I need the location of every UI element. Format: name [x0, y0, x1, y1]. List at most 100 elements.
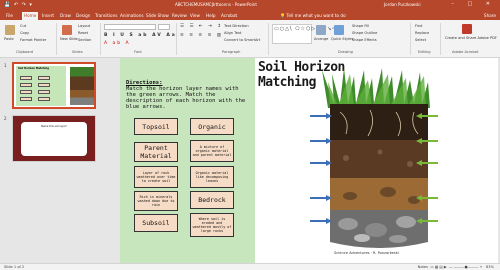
tab-acrobat[interactable]: Acrobat: [219, 12, 239, 20]
editing-group-label: Editing: [418, 50, 431, 54]
blue-arrow: [310, 160, 332, 166]
clipboard-group-label: Clipboard: [16, 50, 34, 54]
tab-review[interactable]: Review: [170, 12, 189, 20]
format-painter-button[interactable]: Format Painter: [20, 38, 46, 42]
divider: [176, 23, 177, 55]
tab-slide-show[interactable]: Slide Show: [144, 12, 171, 20]
arrange-icon[interactable]: [316, 25, 326, 35]
instructions-panel: Directions: Match the horizon layer name…: [120, 58, 255, 263]
blue-arrow: [310, 195, 332, 201]
select-button[interactable]: Select: [415, 38, 426, 42]
shape-effects-button[interactable]: Shape Effects: [352, 38, 377, 42]
arrange-button[interactable]: Arrange: [314, 37, 328, 41]
section-button[interactable]: Section: [78, 38, 91, 42]
tab-design[interactable]: Design: [74, 12, 92, 20]
paste-icon[interactable]: [5, 25, 15, 35]
quick-styles-button[interactable]: Quick Styles: [331, 37, 353, 41]
blue-arrow: [310, 218, 332, 224]
paste-button[interactable]: Paste: [4, 37, 14, 41]
shape-fill-button[interactable]: Shape Fill: [352, 24, 369, 28]
font-style-buttons[interactable]: B I U S ab AV Aa: [104, 33, 177, 38]
shapes-gallery[interactable]: ▭○△\ ⬠☆⬡▷ {}↘⇨: [272, 24, 337, 44]
tell-me-search[interactable]: 💡 Tell me what you want to do: [280, 13, 346, 19]
slide-counter: Slide 1 of 2: [4, 265, 25, 269]
new-slide-button[interactable]: New Slide: [60, 37, 78, 41]
tab-animations[interactable]: Animations: [118, 12, 146, 20]
tab-transitions[interactable]: Transitions: [93, 12, 119, 20]
tab-view[interactable]: View: [188, 12, 202, 20]
cut-button[interactable]: Cut: [20, 24, 26, 28]
green-arrow: [416, 138, 438, 144]
align-text-button[interactable]: Align Text: [224, 31, 241, 35]
title-bar: 💾 ↶ ↷ ▾ ABCTCHEMUSAMCJIrttoonns - PowerP…: [0, 0, 500, 10]
slide-thumbnail-2[interactable]: Name this soil layer!: [12, 115, 96, 162]
divider: [440, 23, 441, 55]
card-description[interactable]: A mixture of organic material and parent…: [190, 140, 234, 162]
tab-insert[interactable]: Insert: [40, 12, 56, 20]
window-controls[interactable]: – □ ✕: [451, 1, 496, 7]
text-direction-button[interactable]: Text Direction: [224, 24, 249, 28]
adobe-pdf-icon[interactable]: [462, 24, 472, 34]
shape-outline-button[interactable]: Shape Outline: [352, 31, 377, 35]
divider: [100, 23, 101, 55]
document-title: ABCTCHEMUSAMCJIrttoonns - PowerPoint: [175, 2, 257, 7]
copy-button[interactable]: Copy: [20, 31, 29, 35]
font-size-dropdown[interactable]: [158, 24, 170, 30]
font-group-label: Font: [134, 50, 142, 54]
find-button[interactable]: Find: [415, 24, 422, 28]
divider: [56, 23, 57, 55]
layout-button[interactable]: Layout: [78, 24, 90, 28]
mini-card: [38, 76, 50, 80]
align-buttons[interactable]: ≡ ≡ ≡ ≡ ▥: [180, 33, 223, 38]
grass-layer: [322, 68, 430, 108]
tab-file[interactable]: File: [4, 12, 15, 20]
tab-draw[interactable]: Draw: [58, 12, 73, 20]
slide-thumbnail-1[interactable]: Soil Horizon Matching: [12, 62, 96, 109]
zoom-controls[interactable]: Notes ▭ ▦ ▤ ▶ — ———●——— + 63%: [418, 265, 494, 269]
replace-button[interactable]: Replace: [415, 31, 429, 35]
tab-help[interactable]: Help: [204, 12, 218, 20]
share-button[interactable]: Share: [484, 13, 496, 18]
card-description[interactable]: Rich in minerals washed down due to rain: [134, 191, 178, 211]
blue-arrow: [310, 138, 332, 144]
user-name[interactable]: Jordan Puczkowski: [384, 2, 421, 7]
ribbon-tabs: File Home Insert Draw Design Transitions…: [0, 10, 500, 20]
card-subsoil[interactable]: Subsoil: [134, 214, 178, 232]
card-description[interactable]: Layer of rock weathered over time to cre…: [134, 166, 178, 188]
slide-thumbnails-pane: 1 Soil Horizon Matching 2 Name this soil…: [0, 58, 108, 263]
thumbnail-title: Soil Horizon Matching: [18, 67, 49, 70]
card-topsoil[interactable]: Topsoil: [134, 118, 178, 135]
tab-home[interactable]: Home: [22, 12, 39, 20]
topsoil-layer: [330, 104, 428, 140]
reset-button[interactable]: Reset: [78, 31, 88, 35]
notes-button[interactable]: Notes: [418, 265, 428, 269]
mini-card: [38, 97, 50, 101]
quick-styles-icon[interactable]: [334, 25, 344, 35]
green-arrow: [416, 160, 438, 166]
card-organic[interactable]: Organic: [190, 118, 234, 135]
list-buttons[interactable]: ☰ ☰ ⇤ ⇥ ↕: [180, 24, 223, 29]
mini-card: [38, 83, 50, 87]
slide-canvas[interactable]: Directions: Match the horizon layer name…: [120, 58, 498, 263]
smartart-button[interactable]: Convert to SmartArt: [224, 38, 260, 42]
mini-panel: Soil Horizon Matching: [16, 66, 66, 106]
card-bedrock[interactable]: Bedrock: [190, 191, 234, 209]
green-arrow: [416, 113, 438, 119]
new-slide-icon[interactable]: [62, 25, 72, 35]
quick-access-toolbar[interactable]: 💾 ↶ ↷ ▾: [4, 2, 33, 8]
slides-group-label: Slides: [72, 50, 83, 54]
mini-card: [20, 76, 32, 80]
mini-card: [38, 90, 50, 94]
directions-body: Match the horizon layer names with the g…: [126, 86, 246, 110]
zoom-level[interactable]: 63%: [486, 265, 494, 269]
card-description[interactable]: Organic material like decomposing leaves: [190, 166, 234, 188]
font-family-dropdown[interactable]: [104, 24, 156, 30]
directions-text: Directions: Match the horizon layer name…: [126, 80, 248, 110]
thumbnail-number: 2: [4, 116, 7, 121]
ribbon: Paste Cut Copy Format Painter Clipboard …: [0, 20, 500, 58]
green-arrow: [416, 195, 438, 201]
create-pdf-button[interactable]: Create and Share Adobe PDF: [444, 36, 498, 40]
font-color-buttons[interactable]: A ab A: [104, 41, 131, 46]
card-parent-material[interactable]: Parent Material: [134, 142, 178, 162]
card-description[interactable]: Where soil is eroded and weathered mostl…: [190, 213, 234, 237]
